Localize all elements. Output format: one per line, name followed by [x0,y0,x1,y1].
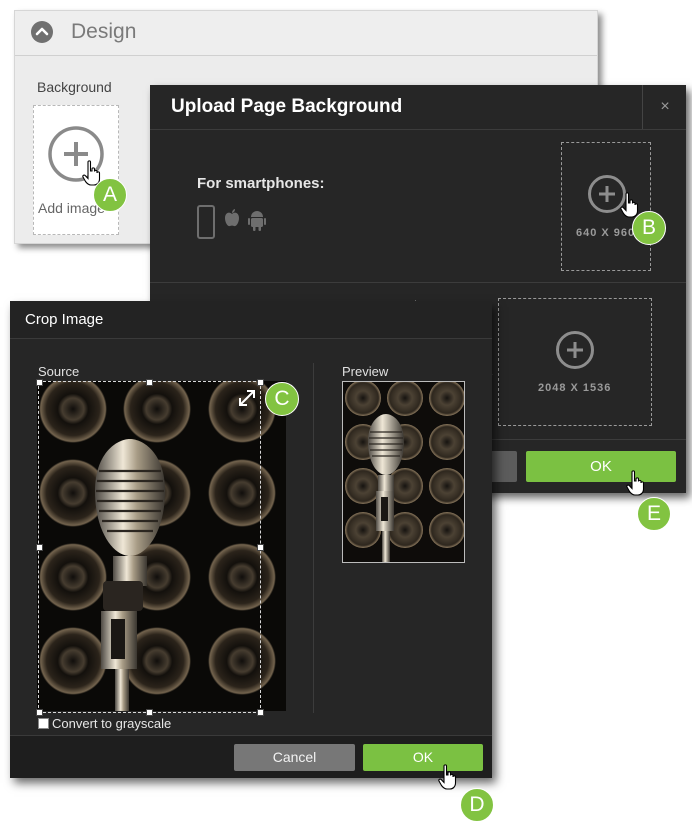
crop-handle[interactable] [36,379,43,386]
callout-badge-c: C [265,382,299,416]
crop-handle[interactable] [257,544,264,551]
crop-handle[interactable] [257,379,264,386]
crop-handle[interactable] [257,709,264,716]
crop-handle[interactable] [146,709,153,716]
crop-image-dialog: Crop Image Source Preview Convert to gra… [10,301,492,778]
tablet-upload-dropzone[interactable]: 2048 X 1536 [498,298,652,426]
divider [150,129,686,130]
grayscale-label: Convert to grayscale [52,716,172,731]
android-icon [248,211,266,231]
add-image-button[interactable]: Add image [33,105,119,235]
callout-badge-b: B [632,211,666,245]
crop-ok-button[interactable]: OK [363,744,483,771]
crop-handle[interactable] [146,379,153,386]
smartphones-label: For smartphones: [197,175,325,192]
crop-selection-box[interactable] [38,381,261,713]
tablet-size-label: 2048 X 1536 [538,382,612,394]
close-button[interactable]: × [642,85,687,129]
cancel-button[interactable] [490,451,517,482]
plus-circle-icon [556,331,594,369]
divider [313,363,314,713]
resize-icon[interactable] [236,387,258,409]
crop-dialog-header: Crop Image [10,301,492,339]
grayscale-checkbox[interactable] [38,718,49,729]
smartphone-icon [197,205,215,239]
design-title: Design [71,20,137,43]
upload-ok-button[interactable]: OK [526,451,676,482]
crop-dialog-title: Crop Image [25,311,104,328]
preview-label: Preview [342,364,389,379]
callout-badge-d: D [460,788,494,822]
hand-cursor-icon [438,764,457,790]
crop-handle[interactable] [36,709,43,716]
callout-badge-e: E [637,497,671,531]
preview-image [342,381,465,563]
crop-handle[interactable] [36,544,43,551]
upload-dialog-title: Upload Page Background [171,96,403,117]
smartphone-size-label: 640 X 960 [576,227,636,239]
divider [150,282,686,283]
callout-badge-a: A [93,178,127,212]
design-header[interactable]: Design [15,11,597,56]
chevron-up-icon[interactable] [31,21,53,43]
source-label: Source [38,364,80,379]
hand-cursor-icon [626,470,645,496]
cancel-button[interactable]: Cancel [234,744,355,771]
apple-icon [225,209,239,227]
background-label: Background [37,79,112,95]
